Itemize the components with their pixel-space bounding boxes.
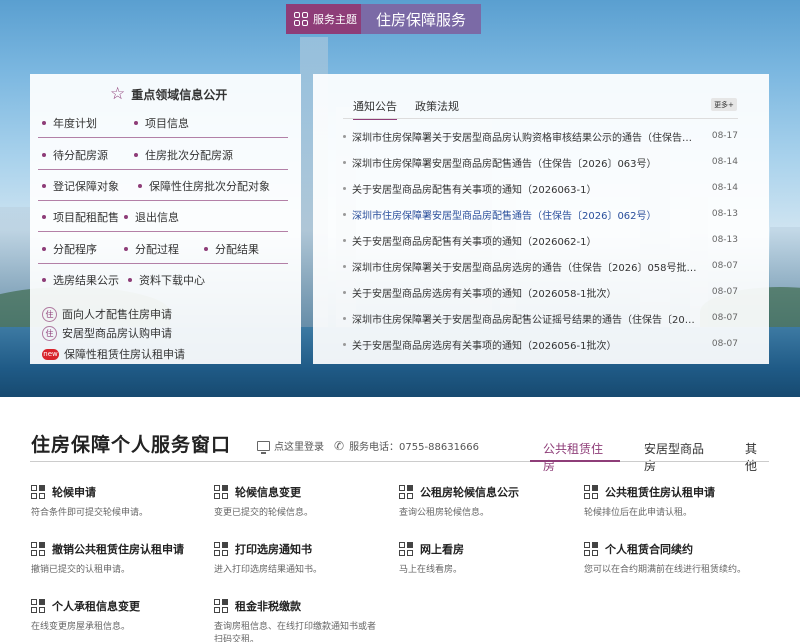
service-card[interactable]: 打印选房通知书 进入打印选房结果通知书。 [214, 541, 389, 577]
tab-underline [343, 118, 738, 119]
key-info-link[interactable]: 登记保障对象 [42, 178, 119, 194]
news-item[interactable]: 深圳市住房保障署安居型商品房配售通告（住保告〔2026〕062号） 08-13 [343, 203, 738, 225]
service-card[interactable]: 网上看房 马上在线看房。 [399, 541, 574, 577]
service-icon [399, 541, 414, 557]
service-card[interactable]: 轮候申请 符合条件即可提交轮候申请。 [31, 484, 206, 520]
divider [38, 231, 288, 232]
phone-icon: ✆ [334, 438, 345, 453]
divider [38, 137, 288, 138]
active-tab-indicator [530, 460, 620, 462]
news-panel: 通知公告 政策法规 更多+ 深圳市住房保障署关于安居型商品房认购资格审核结果公示… [313, 74, 769, 364]
news-item[interactable]: 关于安居型商品房选房有关事项的通知（2026056-1批次） 08-07 [343, 333, 738, 355]
news-item[interactable]: 深圳市住房保障署安居型商品房配售通告（住保告〔2026〕063号） 08-14 [343, 151, 738, 173]
service-card[interactable]: 公租房轮候信息公示 查询公租房轮候信息。 [399, 484, 574, 520]
news-item[interactable]: 深圳市住房保障署关于安居型商品房配售公证摇号结果的通告（住保告〔2026〕056… [343, 307, 738, 329]
divider [38, 200, 288, 201]
key-info-link[interactable]: 待分配房源 [42, 147, 108, 163]
grid-icon [294, 12, 308, 26]
divider [38, 169, 288, 170]
key-info-link[interactable]: 分配结果 [204, 241, 259, 257]
new-badge-icon: new [42, 348, 59, 360]
apply-link-rental[interactable]: new 保障性租赁住房认租申请 [42, 346, 185, 362]
service-section-title: 住房保障个人服务窗口 [31, 434, 232, 456]
service-icon [31, 541, 46, 557]
key-info-link[interactable]: 保障性住房批次分配对象 [138, 178, 270, 194]
service-icon [584, 541, 599, 557]
news-item[interactable]: 关于安居型商品房选房有关事项的通知（2026058-1批次） 08-07 [343, 281, 738, 303]
key-info-panel: ☆ 重点领域信息公开 年度计划 项目信息 待分配房源 住房批次分配房源 登记保障… [30, 74, 301, 364]
news-item[interactable]: 深圳市住房保障署关于安居型商品房选房的通告（住保告〔2026〕058号批次） 08… [343, 255, 738, 277]
key-info-row: 年度计划 项目信息 [38, 110, 288, 136]
divider [30, 461, 769, 462]
monitor-icon [257, 440, 270, 454]
key-info-link[interactable]: 项目信息 [134, 115, 189, 131]
key-info-row: 选房结果公示 资料下载中心 [38, 267, 288, 293]
key-info-row: 待分配房源 住房批次分配房源 [38, 142, 288, 168]
service-card[interactable]: 租金非税缴款 查询房租信息、在线打印缴款通知书或者扫码交租。 [214, 598, 384, 642]
news-item[interactable]: 关于安居型商品房配售有关事项的通知（2026062-1） 08-13 [343, 229, 738, 251]
circle-logo-icon: 住 [42, 325, 57, 341]
tab-affordable-housing[interactable]: 安居型商品房 [644, 440, 713, 480]
service-phone: ✆ 服务电话：0755-88631666 [334, 438, 480, 454]
key-info-link[interactable]: 分配过程 [124, 241, 179, 257]
divider [38, 263, 288, 264]
service-card[interactable]: 公共租赁住房认租申请 轮候排位后在此申请认租。 [584, 484, 759, 520]
theme-title[interactable]: 住房保障服务 [361, 4, 481, 34]
service-icon [214, 541, 229, 557]
news-tabs: 通知公告 政策法规 [353, 98, 459, 120]
service-card[interactable]: 个人承租信息变更 在线变更房屋承租信息。 [31, 598, 206, 634]
key-info-row: 分配程序 分配过程 分配结果 [38, 236, 288, 262]
more-button[interactable]: 更多+ [711, 98, 737, 111]
service-icon [584, 484, 599, 500]
star-icon: ☆ [110, 84, 126, 104]
news-item[interactable]: 关于安居型商品房配售有关事项的通知（2026063-1） 08-14 [343, 177, 738, 199]
key-info-link[interactable]: 选房结果公示 [42, 272, 119, 288]
key-info-link[interactable]: 年度计划 [42, 115, 97, 131]
key-info-link[interactable]: 住房批次分配房源 [134, 147, 233, 163]
apply-link-talent[interactable]: 住 面向人才配售住房申请 [42, 306, 172, 322]
service-card[interactable]: 个人租赁合同续约 您可以在合约期满前在线进行租赁续约。 [584, 541, 759, 577]
news-item[interactable]: 深圳市住房保障署关于安居型商品房认购资格审核结果公示的通告（住保告〔2026〕 0… [343, 125, 738, 147]
tab-other[interactable]: 其他 [745, 440, 768, 480]
key-info-link[interactable]: 项目配租配售 [42, 209, 119, 225]
tab-notices[interactable]: 通知公告 [353, 98, 397, 120]
service-card[interactable]: 轮候信息变更 变更已提交的轮候信息。 [214, 484, 389, 520]
service-icon [399, 484, 414, 500]
service-icon [31, 484, 46, 500]
key-info-title: ☆ 重点领域信息公开 [110, 84, 228, 104]
service-card[interactable]: 撤销公共租赁住房认租申请 撤销已提交的认租申请。 [31, 541, 206, 577]
service-icon [214, 484, 229, 500]
tab-policies[interactable]: 政策法规 [415, 98, 459, 120]
key-info-row: 登记保障对象 保障性住房批次分配对象 [38, 173, 288, 199]
circle-logo-icon: 住 [42, 306, 57, 322]
service-icon [31, 598, 46, 614]
key-info-link[interactable]: 退出信息 [124, 209, 179, 225]
key-info-row: 项目配租配售 退出信息 [38, 204, 288, 230]
key-info-link[interactable]: 分配程序 [42, 241, 97, 257]
login-link[interactable]: 点这里登录 [257, 438, 324, 454]
apply-link-affordable[interactable]: 住 安居型商品房认购申请 [42, 325, 172, 341]
key-info-link[interactable]: 资料下载中心 [128, 272, 205, 288]
service-theme-tag[interactable]: 服务主题 住房保障服务 [286, 4, 481, 34]
service-icon [214, 598, 229, 614]
theme-tag-label: 服务主题 [286, 4, 361, 34]
